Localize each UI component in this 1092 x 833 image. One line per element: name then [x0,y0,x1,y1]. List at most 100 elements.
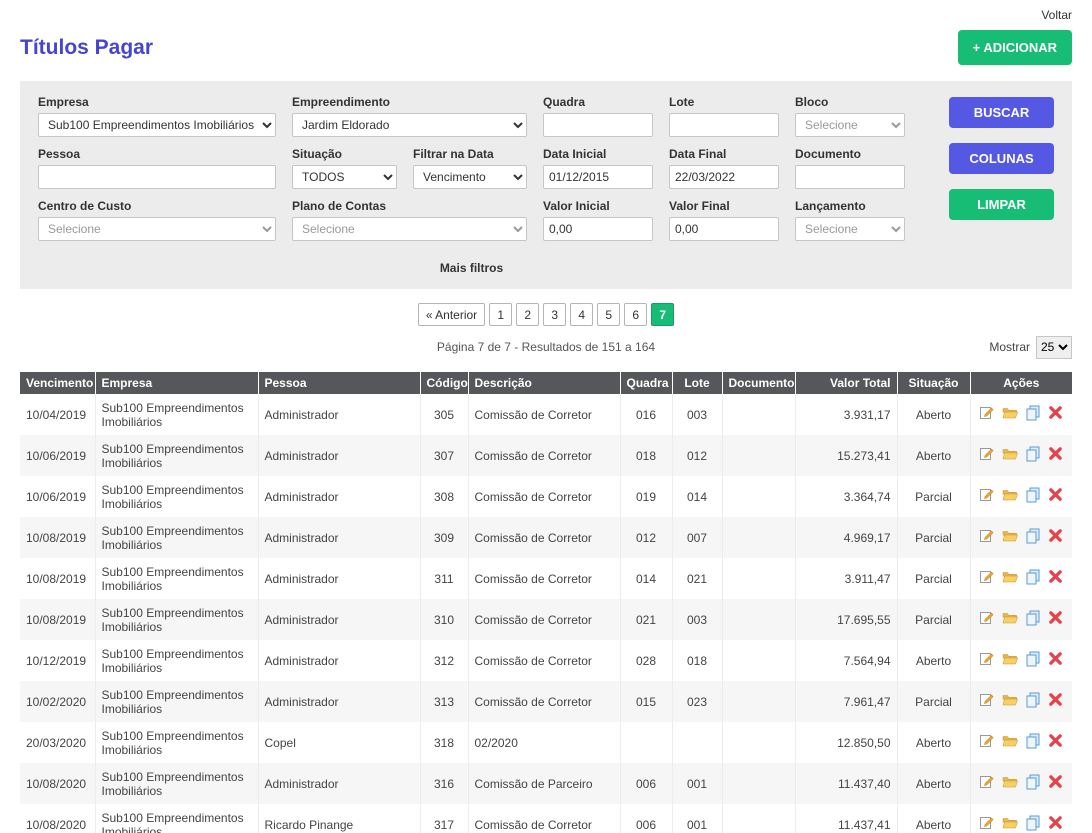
cell-acoes [970,394,1072,435]
filter-row-3: Centro de Custo Selecione Plano de Conta… [38,199,905,241]
limpar-button[interactable]: LIMPAR [949,189,1054,220]
copy-icon[interactable] [1025,487,1041,503]
show-select[interactable]: 25 [1036,336,1072,359]
edit-icon[interactable] [979,774,995,790]
filter-field-pessoa: Pessoa [38,147,276,189]
delete-icon[interactable] [1048,569,1064,585]
cell-valor_total: 7.961,47 [795,681,897,722]
documento-input[interactable] [795,165,905,189]
copy-icon[interactable] [1025,733,1041,749]
page-button-4[interactable]: 4 [570,303,593,326]
situacao-select[interactable]: TODOS [292,165,397,189]
delete-icon[interactable] [1048,733,1064,749]
delete-icon[interactable] [1048,405,1064,421]
folder-icon[interactable] [1002,651,1018,667]
folder-icon[interactable] [1002,446,1018,462]
folder-icon[interactable] [1002,528,1018,544]
lancamento-select[interactable]: Selecione [795,217,905,241]
cell-codigo: 316 [420,763,468,804]
valor-inicial-input[interactable] [543,217,653,241]
page-button-2[interactable]: 2 [516,303,539,326]
edit-icon[interactable] [979,692,995,708]
cell-lote: 012 [672,435,722,476]
copy-icon[interactable] [1025,528,1041,544]
folder-icon[interactable] [1002,487,1018,503]
column-header-pessoa: Pessoa [258,372,420,394]
cell-valor_total: 3.911,47 [795,558,897,599]
cell-pessoa: Administrador [258,558,420,599]
folder-icon[interactable] [1002,774,1018,790]
quadra-input[interactable] [543,113,653,137]
edit-icon[interactable] [979,405,995,421]
copy-icon[interactable] [1025,692,1041,708]
filtrar-na-data-select[interactable]: Vencimento [413,165,527,189]
folder-icon[interactable] [1002,405,1018,421]
cell-acoes [970,558,1072,599]
centro-de-custo-select[interactable]: Selecione [38,217,276,241]
edit-icon[interactable] [979,569,995,585]
copy-icon[interactable] [1025,569,1041,585]
pessoa-input[interactable] [38,165,276,189]
delete-icon[interactable] [1048,692,1064,708]
filter-field-data-final: Data Final [669,147,779,189]
page-button-6[interactable]: 6 [624,303,647,326]
folder-icon[interactable] [1002,733,1018,749]
valor-final-input[interactable] [669,217,779,241]
cell-lote: 001 [672,804,722,833]
copy-icon[interactable] [1025,610,1041,626]
delete-icon[interactable] [1048,651,1064,667]
edit-icon[interactable] [979,487,995,503]
delete-icon[interactable] [1048,446,1064,462]
table-row: 10/06/2019Sub100 Empreendimentos Imobili… [20,476,1072,517]
plano-de-contas-select[interactable]: Selecione [292,217,527,241]
edit-icon[interactable] [979,446,995,462]
row-actions [979,774,1064,790]
folder-icon[interactable] [1002,569,1018,585]
cell-valor_total: 11.437,40 [795,763,897,804]
delete-icon[interactable] [1048,610,1064,626]
cell-lote: 023 [672,681,722,722]
delete-icon[interactable] [1048,487,1064,503]
copy-icon[interactable] [1025,446,1041,462]
page-button-3[interactable]: 3 [543,303,566,326]
edit-icon[interactable] [979,733,995,749]
page-button-1[interactable]: 1 [489,303,512,326]
cell-empresa: Sub100 Empreendimentos Imobiliários [95,476,258,517]
copy-icon[interactable] [1025,815,1041,831]
titulos-pagar-page: Voltar Títulos Pagar + ADICIONAR Empresa… [0,0,1092,833]
folder-icon[interactable] [1002,610,1018,626]
delete-icon[interactable] [1048,528,1064,544]
back-link[interactable]: Voltar [1041,8,1072,22]
colunas-button[interactable]: COLUNAS [949,143,1054,174]
more-filters-link[interactable]: Mais filtros [38,261,905,275]
page-button-7[interactable]: 7 [651,303,674,326]
copy-icon[interactable] [1025,405,1041,421]
bloco-select[interactable]: Selecione [795,113,905,137]
empresa-select[interactable]: Sub100 Empreendimentos Imobiliários [38,113,276,137]
buscar-button[interactable]: BUSCAR [949,97,1054,128]
page-button-5[interactable]: 5 [597,303,620,326]
cell-lote: 001 [672,763,722,804]
delete-icon[interactable] [1048,815,1064,831]
empreendimento-select[interactable]: Jardim Eldorado [292,113,527,137]
lote-input[interactable] [669,113,779,137]
edit-icon[interactable] [979,528,995,544]
edit-icon[interactable] [979,651,995,667]
previous-page-button[interactable]: « Anterior [418,303,485,326]
edit-icon[interactable] [979,815,995,831]
data-final-input[interactable] [669,165,779,189]
delete-icon[interactable] [1048,774,1064,790]
page-title: Títulos Pagar [20,36,153,60]
cell-documento [722,640,795,681]
cell-descricao: Comissão de Corretor [468,517,620,558]
cell-empresa: Sub100 Empreendimentos Imobiliários [95,681,258,722]
edit-icon[interactable] [979,610,995,626]
data-inicial-input[interactable] [543,165,653,189]
copy-icon[interactable] [1025,774,1041,790]
folder-icon[interactable] [1002,692,1018,708]
cell-acoes [970,599,1072,640]
add-button[interactable]: + ADICIONAR [958,30,1072,65]
folder-icon[interactable] [1002,815,1018,831]
copy-icon[interactable] [1025,651,1041,667]
cell-acoes [970,640,1072,681]
